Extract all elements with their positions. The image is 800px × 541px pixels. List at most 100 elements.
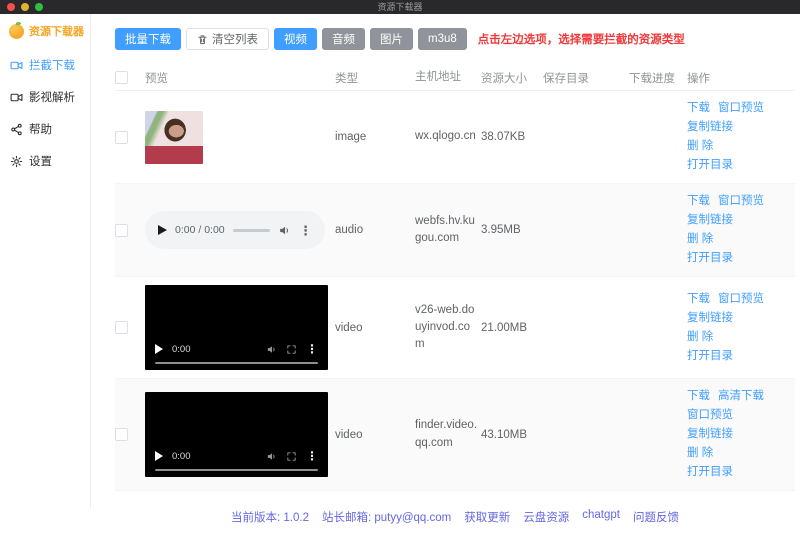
footer-link[interactable]: chatgpt <box>582 509 620 525</box>
close-button[interactable] <box>7 3 15 11</box>
size-cell: 38.07KB <box>481 131 526 143</box>
minimize-button[interactable] <box>21 3 29 11</box>
row-checkbox[interactable] <box>115 223 128 237</box>
table-row: 0:00 ⋮ video v26-web.douyinvod.com 21.00… <box>115 277 795 379</box>
action-link[interactable]: 复制链接 <box>687 211 733 230</box>
action-link[interactable]: 打开目录 <box>687 347 733 366</box>
video-player: 0:00 ⋮ <box>145 285 328 370</box>
action-link[interactable]: 删 除 <box>687 137 713 156</box>
video-time: 0:00 <box>172 450 191 462</box>
action-link[interactable]: 窗口预览 <box>718 290 764 309</box>
action-link[interactable]: 复制链接 <box>687 118 733 137</box>
action-link[interactable]: 下载 <box>687 290 710 309</box>
volume-icon[interactable] <box>278 224 291 237</box>
footer: 当前版本: 1.0.2 站长邮箱: putyy@qq.com 获取更新 云盘资源 cha… <box>115 491 795 541</box>
resource-table: 预览 类型 主机地址 资源大小 保存目录 下载进度 操作 image wx.qlogo.cn… <box>115 65 795 491</box>
row-checkbox[interactable] <box>115 428 128 441</box>
action-link[interactable]: 下载 <box>687 192 710 211</box>
traffic-lights <box>7 3 43 11</box>
action-link[interactable]: 窗口预览 <box>718 99 764 118</box>
action-link[interactable]: 打开目录 <box>687 249 733 268</box>
filter-hint: 点击左边选项，选择需要拦截的资源类型 <box>477 34 685 46</box>
play-button[interactable] <box>155 451 163 461</box>
main-content: 批量下载 清空列表 视频 音频 图片 m3u8 点击左边选项，选择需要拦截的资源类型 … <box>91 14 800 524</box>
column-header: 资源大小 <box>481 72 527 85</box>
sidebar-nav: 拦截下载影视解析 帮助 设置 <box>0 49 90 177</box>
toolbar: 批量下载 清空列表 视频 音频 图片 m3u8 点击左边选项，选择需要拦截的资源类型 <box>115 28 795 50</box>
video-time: 0:00 <box>172 343 191 355</box>
select-all-checkbox[interactable] <box>115 71 128 84</box>
action-link[interactable]: 复制链接 <box>687 425 733 444</box>
row-checkbox[interactable] <box>115 321 128 334</box>
column-header: 预览 <box>145 72 168 85</box>
action-link[interactable]: 删 除 <box>687 328 713 347</box>
filter-m3u8-button[interactable]: m3u8 <box>418 28 467 50</box>
host-cell: v26-web.douyinvod.com <box>415 303 475 351</box>
titlebar: 资源下载器 <box>0 0 800 14</box>
preview-cell: 0:00 / 0:00 ⋮ <box>145 211 335 249</box>
action-link[interactable]: 下载 <box>687 387 710 406</box>
sidebar-item-settings[interactable]: 设置 <box>0 145 90 177</box>
action-link[interactable]: 复制链接 <box>687 309 733 328</box>
clear-list-button[interactable]: 清空列表 <box>186 28 269 50</box>
audio-menu-button[interactable]: ⋮ <box>299 224 312 237</box>
column-header: 操作 <box>687 72 710 85</box>
table-row: image wx.qlogo.cn 38.07KB 下载 窗口预览 复制链接删 除打… <box>115 91 795 184</box>
action-link[interactable]: 高清下载 <box>718 387 764 406</box>
table-body: image wx.qlogo.cn 38.07KB 下载 窗口预览 复制链接删 除打… <box>115 91 795 491</box>
action-link[interactable]: 窗口预览 <box>687 406 733 425</box>
video-camera-icon <box>10 91 23 104</box>
gear-icon <box>10 155 23 168</box>
video-menu-button[interactable]: ⋮ <box>306 450 318 462</box>
filter-video-button[interactable]: 视频 <box>274 28 317 50</box>
header-check-cell <box>115 71 145 84</box>
action-link[interactable]: 删 除 <box>687 230 713 249</box>
footer-text: 当前版本: 1.0.2 <box>231 512 309 524</box>
video-menu-button[interactable]: ⋮ <box>306 343 318 355</box>
maximize-button[interactable] <box>35 3 43 11</box>
action-link[interactable]: 打开目录 <box>687 463 733 482</box>
column-header: 保存目录 <box>543 72 589 85</box>
action-link[interactable]: 删 除 <box>687 444 713 463</box>
actions-cell: 下载 高清下载 窗口预览 复制链接删 除打开目录 <box>687 387 795 482</box>
fullscreen-icon[interactable] <box>286 344 297 355</box>
host-cell: webfs.hv.kugou.com <box>415 214 475 244</box>
sidebar-item-label: 拦截下载 <box>29 60 75 72</box>
action-link[interactable]: 下载 <box>687 99 710 118</box>
type-cell: image <box>335 131 367 143</box>
play-button[interactable] <box>158 225 167 235</box>
sidebar-item-help[interactable]: 帮助 <box>0 113 90 145</box>
audio-time: 0:00 / 0:00 <box>175 224 225 236</box>
volume-icon[interactable] <box>266 344 277 355</box>
video-seek-bar[interactable] <box>155 469 318 471</box>
table-header: 预览 类型 主机地址 资源大小 保存目录 下载进度 操作 <box>115 65 795 91</box>
fullscreen-icon[interactable] <box>286 451 297 462</box>
footer-link[interactable]: 云盘资源 <box>523 509 569 525</box>
volume-icon[interactable] <box>266 451 277 462</box>
column-header: 主机地址 <box>415 70 461 83</box>
size-cell: 43.10MB <box>481 428 528 441</box>
footer-link[interactable]: 问题反馈 <box>633 509 679 525</box>
type-cell: video <box>335 428 363 441</box>
sidebar-item-media-parse[interactable]: 影视解析 <box>0 81 90 113</box>
preview-cell <box>145 110 335 164</box>
preview-cell: 0:00 ⋮ <box>145 285 335 370</box>
action-link[interactable]: 窗口预览 <box>718 192 764 211</box>
batch-download-button[interactable]: 批量下载 <box>115 28 181 50</box>
play-button[interactable] <box>155 344 163 354</box>
audio-seek-bar[interactable] <box>232 228 270 232</box>
filter-audio-button[interactable]: 音频 <box>322 28 365 50</box>
app-logo: 资源下载器 <box>0 21 90 39</box>
filter-image-button[interactable]: 图片 <box>370 28 413 50</box>
image-thumbnail[interactable] <box>145 110 203 164</box>
preview-cell: 0:00 ⋮ <box>145 392 335 477</box>
video-camera-icon <box>10 59 23 72</box>
row-checkbox[interactable] <box>115 130 128 144</box>
sidebar-item-intercept-download[interactable]: 拦截下载 <box>0 49 90 81</box>
audio-player: 0:00 / 0:00 ⋮ <box>145 211 325 249</box>
video-seek-bar[interactable] <box>155 362 318 364</box>
action-link[interactable]: 打开目录 <box>687 156 733 175</box>
footer-link[interactable]: 获取更新 <box>464 509 510 525</box>
orange-logo-icon <box>9 21 24 39</box>
table-row: 0:00 ⋮ video finder.video.qq.com 43.10MB… <box>115 379 795 491</box>
